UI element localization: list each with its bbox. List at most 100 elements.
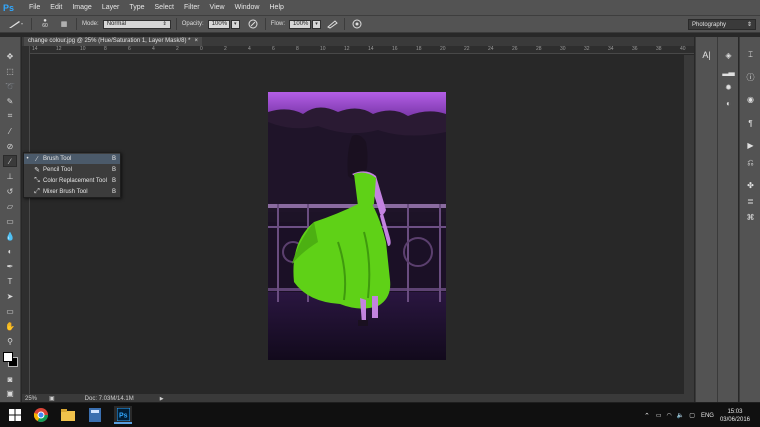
lasso-tool[interactable]: ➰ [3, 80, 17, 92]
crop-tool[interactable]: ⌗ [3, 110, 17, 122]
opacity-field[interactable]: 100% [207, 19, 230, 29]
rectangle-icon: ▭ [6, 306, 14, 316]
close-icon[interactable]: × [195, 37, 199, 46]
styles-panel-icon[interactable]: ◐ [722, 97, 735, 109]
screen-mode-toggle[interactable]: ▣ [3, 387, 17, 399]
healing-brush-tool[interactable]: ⊘ [3, 140, 17, 152]
history-panel-icon[interactable]: ⎌ [744, 157, 757, 169]
flow-dropdown[interactable]: ▾ [312, 19, 322, 29]
menu-edit[interactable]: Edit [45, 0, 67, 15]
pressure-size-toggle[interactable] [350, 18, 364, 30]
chevron-down-icon: ▾ [315, 21, 318, 27]
channels-panel-icon[interactable]: ≣ [744, 195, 757, 207]
zoom-tool[interactable]: ⚲ [3, 335, 17, 347]
wifi-icon[interactable]: ◠ [667, 412, 672, 419]
pressure-opacity-toggle[interactable] [246, 18, 260, 30]
color-panel-icon[interactable]: ◉ [744, 93, 757, 105]
brush-presets-icon[interactable]: ✤ [744, 179, 757, 191]
gradient-tool[interactable]: ▭ [3, 215, 17, 227]
histogram-panel-icon[interactable]: ▂▃ [722, 65, 735, 77]
photo-render [268, 92, 446, 360]
menu-window[interactable]: Window [230, 0, 265, 15]
menu-view[interactable]: View [205, 0, 230, 15]
flyout-item-pencil-tool[interactable]: ✎ Pencil Tool B [24, 165, 120, 175]
ruler-tick-label: 10 [80, 46, 86, 52]
menu-help[interactable]: Help [265, 0, 289, 15]
brush-panel-toggle[interactable]: ▦ [57, 18, 71, 30]
clock[interactable]: 15:03 03/06/2016 [720, 408, 750, 424]
magnifier-icon: ⚲ [7, 336, 13, 346]
flyout-label: Color Replacement Tool [43, 178, 107, 184]
path-selection-tool[interactable]: ➤ [3, 290, 17, 302]
layers-panel-icon[interactable]: ◈ [722, 49, 735, 61]
taskbar-file-explorer[interactable] [60, 407, 76, 423]
status-menu-arrow-icon[interactable]: ▶ [160, 396, 164, 402]
mode-select[interactable]: Normal ⇕ [102, 19, 171, 29]
vertical-scrollbar[interactable] [684, 55, 694, 394]
quick-mask-toggle[interactable]: ◙ [3, 373, 17, 385]
actions-panel-icon[interactable]: ▶ [744, 139, 757, 151]
tool-preset-picker[interactable] [4, 18, 26, 30]
paths-panel-icon[interactable]: ⌘ [744, 211, 757, 223]
notification-icon[interactable]: ▭ [656, 412, 662, 419]
brush-size-picker[interactable]: ● 60 [37, 18, 53, 30]
flyout-item-mixer-brush-tool[interactable]: ⤢ Mixer Brush Tool B [24, 187, 120, 197]
quick-selection-icon: ✎ [6, 96, 14, 106]
quick-selection-tool[interactable]: ✎ [3, 95, 17, 107]
start-button[interactable] [7, 407, 23, 423]
flyout-item-brush-tool[interactable]: • ∕ Brush Tool B [24, 154, 120, 164]
dodge-tool[interactable]: ◐ [3, 245, 17, 257]
flyout-label: Brush Tool [43, 156, 72, 162]
tool-presets-icon[interactable]: ⌶ [744, 49, 757, 61]
ruler-tick-label: 18 [416, 46, 422, 52]
pen-tool[interactable]: ✒ [3, 260, 17, 272]
ruler-tick-label: 12 [344, 46, 350, 52]
document-tab[interactable]: change colour.jpg @ 25% (Hue/Saturation … [24, 37, 203, 46]
adjustments-panel-icon[interactable]: ✹ [722, 81, 735, 93]
brush-icon: ∕ [9, 156, 11, 166]
marquee-tool[interactable]: ⬚ [3, 65, 17, 77]
status-share-icon[interactable]: ▣ [49, 395, 55, 402]
history-brush-icon: ↺ [6, 186, 14, 196]
menu-image[interactable]: Image [67, 0, 96, 15]
blur-tool[interactable]: 💧 [3, 230, 17, 242]
history-brush-tool[interactable]: ↺ [3, 185, 17, 197]
airbrush-toggle[interactable] [325, 18, 339, 30]
taskbar-photoshop[interactable]: Ps [114, 406, 132, 424]
menu-file[interactable]: File [24, 0, 45, 15]
taskbar-calculator[interactable] [87, 407, 103, 423]
flyout-label: Pencil Tool [43, 167, 72, 173]
opacity-dropdown[interactable]: ▾ [230, 19, 240, 29]
menu-type[interactable]: Type [124, 0, 149, 15]
tools-panel: ✥ ⬚ ➰ ✎ ⌗ ⁄ ⊘ ∕ ⊥ ↺ ▱ ▭ 💧 ◐ ✒ T ➤ ▭ ✋ ⚲ … [0, 37, 21, 402]
foreground-color-swatch[interactable] [3, 352, 13, 362]
hand-tool[interactable]: ✋ [3, 320, 17, 332]
info-panel-icon[interactable]: ⓘ [744, 71, 757, 83]
flow-field[interactable]: 100% [289, 19, 312, 29]
eyedropper-tool[interactable]: ⁄ [3, 125, 17, 137]
chevron-up-icon[interactable]: ⌃ [644, 412, 650, 420]
message-icon[interactable]: ▢ [689, 412, 695, 419]
workspace-switcher[interactable]: Photography ⇕ [688, 19, 756, 30]
flyout-item-color-replacement-tool[interactable]: ⤡ Color Replacement Tool B [24, 176, 120, 186]
folder-icon [61, 409, 75, 421]
clock-date: 03/06/2016 [719, 416, 750, 423]
type-tool[interactable]: T [3, 275, 17, 287]
clone-stamp-tool[interactable]: ⊥ [3, 170, 17, 182]
character-panel-icon[interactable]: A| [700, 49, 713, 61]
system-tray: ⌃ ▭ ◠ 🔈 ▢ ENG 15:03 03/06/2016 [644, 403, 760, 427]
move-tool[interactable]: ✥ [3, 50, 17, 62]
eraser-tool[interactable]: ▱ [3, 200, 17, 212]
menu-layer[interactable]: Layer [97, 0, 125, 15]
taskbar-chrome[interactable] [33, 407, 49, 423]
paragraph-panel-icon[interactable]: ¶ [744, 117, 757, 129]
gradient-icon: ▭ [6, 216, 14, 226]
document-image[interactable] [268, 92, 446, 360]
zoom-level[interactable]: 25% [22, 396, 47, 402]
volume-icon[interactable]: 🔈 [677, 412, 684, 419]
menu-filter[interactable]: Filter [179, 0, 205, 15]
rectangle-tool[interactable]: ▭ [3, 305, 17, 317]
menu-select[interactable]: Select [150, 0, 179, 15]
brush-tool[interactable]: ∕ [3, 155, 17, 167]
language-indicator[interactable]: ENG [701, 413, 714, 419]
